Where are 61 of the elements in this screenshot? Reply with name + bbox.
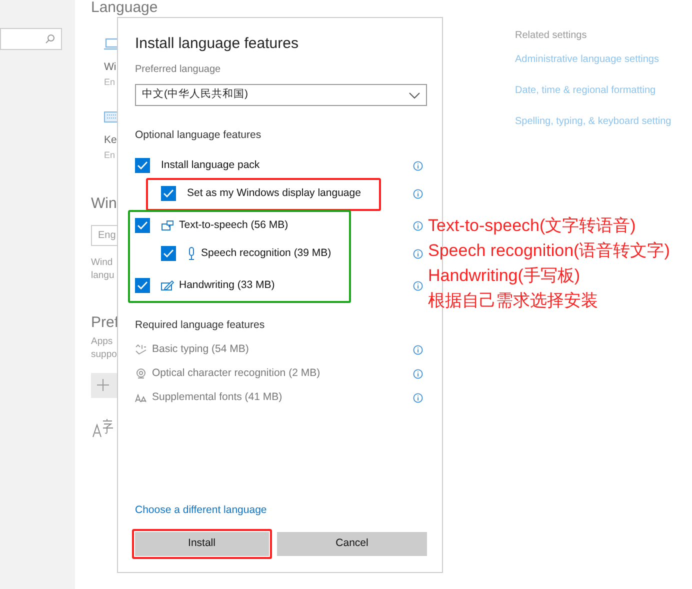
checkbox[interactable] [161, 186, 176, 202]
setting-value: En [104, 149, 116, 162]
check-icon [163, 249, 174, 258]
field-label: Preferred language [135, 63, 222, 77]
info-icon [413, 392, 423, 402]
language-dropdown[interactable]: 中文(中华人民共和国) [135, 84, 427, 106]
speech-icon [161, 220, 174, 232]
check-icon [137, 281, 148, 290]
annotation-text: Speech recognition(语音转文字) [428, 240, 670, 262]
camera-icon [135, 368, 147, 379]
checkbox[interactable] [161, 246, 176, 262]
search-icon [45, 34, 55, 44]
info-icon [413, 280, 423, 291]
install-button[interactable]: Install [135, 532, 268, 556]
dialog-title: Install language features [135, 34, 300, 54]
section-heading: Required language features [135, 318, 266, 333]
check-icon [137, 161, 148, 170]
feature-label: Speech recognition (39 MB) [201, 246, 332, 261]
chevron-icon [409, 92, 420, 98]
info-icon [413, 344, 423, 354]
info-icon [413, 248, 423, 259]
plus-icon [97, 379, 109, 391]
section-heading: Win [91, 194, 117, 214]
info-icon [413, 368, 423, 378]
setting-value: En [104, 76, 116, 89]
setting-label: Wi [104, 60, 116, 75]
microphone-icon [187, 247, 196, 260]
checkbox[interactable] [135, 278, 150, 294]
link[interactable]: Choose a different language [135, 503, 427, 519]
language-icon [92, 418, 114, 438]
description-text: Apps [91, 334, 113, 348]
annotation-text: Handwriting(手写板) [428, 265, 582, 287]
checkbox[interactable] [135, 218, 150, 234]
typing-icon [135, 344, 147, 355]
checkbox[interactable] [135, 158, 150, 174]
feature-label: Install language pack [161, 158, 260, 173]
check-icon [137, 221, 148, 230]
info-icon [413, 188, 423, 199]
check-icon [163, 189, 174, 198]
section-heading: Pref [91, 313, 119, 333]
handwriting-icon [161, 280, 174, 292]
page-title: Language [91, 0, 158, 16]
section-heading: Optional language features [135, 128, 262, 143]
description-text: Wind [91, 256, 113, 269]
feature-label: Handwriting (33 MB) [179, 278, 275, 293]
font-icon [135, 392, 147, 403]
search-field[interactable] [0, 28, 62, 50]
feature-label: Basic typing (54 MB) [152, 342, 249, 357]
feature-label: Optical character recognition (2 MB) [152, 366, 320, 381]
feature-label: Supplemental fonts (41 MB) [152, 390, 282, 405]
description-text: suppo [91, 348, 117, 360]
info-icon [413, 160, 423, 171]
feature-label: Text-to-speech (56 MB) [179, 218, 288, 233]
annotation-text: Text-to-speech(文字转语音) [428, 215, 637, 237]
section-heading: Related settings [515, 29, 588, 43]
feature-label: Set as my Windows display language [187, 186, 361, 201]
description-text: langu [91, 269, 114, 282]
annotation-text: 根据自己需求选择安装 [428, 290, 599, 312]
info-icon [413, 220, 423, 231]
setting-label: Ke [104, 133, 117, 148]
cancel-button[interactable]: Cancel [277, 532, 427, 556]
